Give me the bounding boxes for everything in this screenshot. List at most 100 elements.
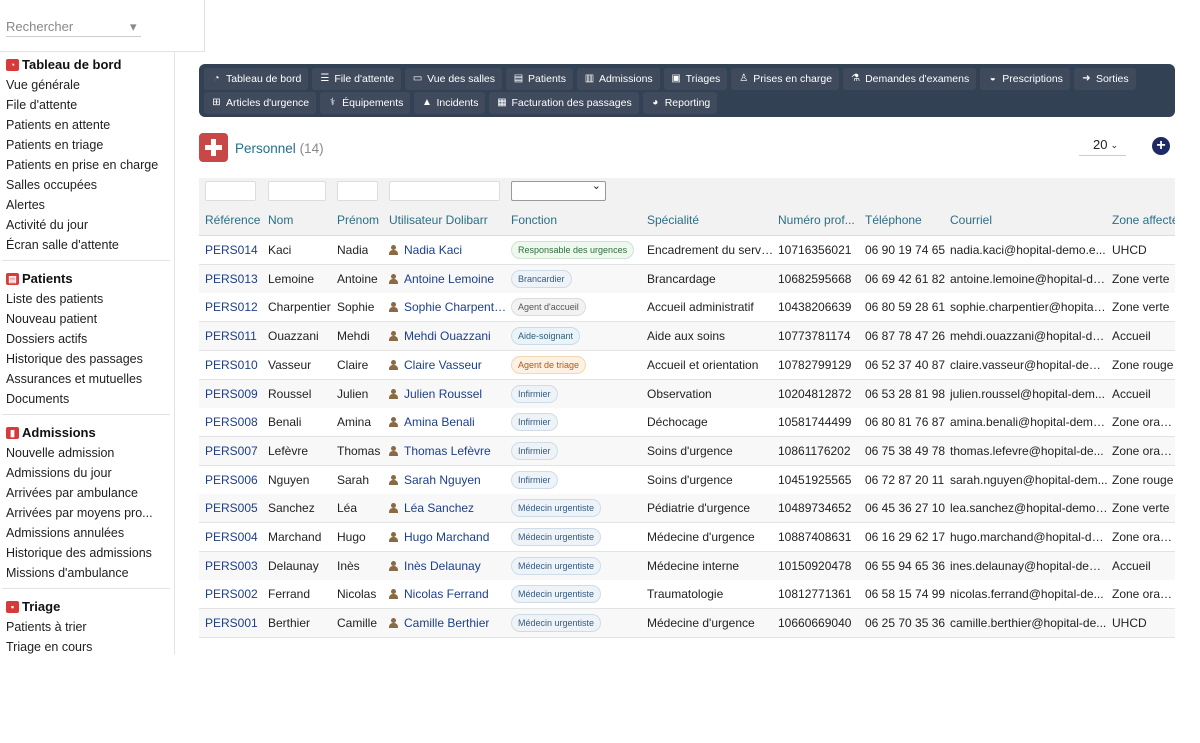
dolibarr-user-link[interactable]: Camille Berthier <box>389 616 489 630</box>
sidebar-item[interactable]: Patients en prise en charge <box>6 155 171 175</box>
dolibarr-user-link[interactable]: Léa Sanchez <box>389 501 474 515</box>
sidebar-item[interactable]: Arrivées par ambulance <box>6 483 171 503</box>
reference-link[interactable]: PERS010 <box>205 358 258 372</box>
nav-button-row1-3[interactable]: ▤ Patients <box>506 68 573 90</box>
dolibarr-user-link[interactable]: Antoine Lemoine <box>389 272 494 286</box>
reference-link[interactable]: PERS011 <box>205 329 257 343</box>
sidebar-item[interactable]: Historique des admissions <box>6 543 171 563</box>
table-row[interactable]: PERS012 Charpentier Sophie Sophie Charpenti… <box>199 293 1175 323</box>
sidebar-item[interactable]: Patients en attente <box>6 115 171 135</box>
dolibarr-user-link[interactable]: Nicolas Ferrand <box>389 587 489 601</box>
sidebar-item[interactable]: Salles occupées <box>6 175 171 195</box>
dolibarr-user-link[interactable]: Sarah Nguyen <box>389 473 481 487</box>
table-row[interactable]: PERS002 Ferrand Nicolas Nicolas Ferrand Méde… <box>199 580 1175 610</box>
column-header[interactable]: Numéro prof... <box>778 213 855 227</box>
table-row[interactable]: PERS008 Benali Amina Amina Benali Infirmier D… <box>199 408 1175 438</box>
dolibarr-user-link[interactable]: Claire Vasseur <box>389 358 482 372</box>
nav-button-row2-4[interactable]: ◕ Reporting <box>642 92 718 114</box>
filter-utilisateur-input[interactable] <box>389 181 500 201</box>
search-dropdown-icon[interactable]: ▾ <box>130 18 140 37</box>
sidebar-item[interactable]: Dossiers actifs <box>6 329 171 349</box>
table-row[interactable]: PERS001 Berthier Camille Camille Berthier Mé… <box>199 609 1175 639</box>
sidebar-item[interactable]: File d'attente <box>6 95 171 115</box>
search-input[interactable]: Rechercher <box>6 18 141 37</box>
column-header[interactable]: Courriel <box>950 213 992 227</box>
nav-button-row1-1[interactable]: ☰ File d'attente <box>312 68 402 90</box>
dolibarr-user-link[interactable]: Mehdi Ouazzani <box>389 329 491 343</box>
sidebar-section-title[interactable]: ▤ Patients <box>6 269 171 289</box>
nav-button-row2-1[interactable]: ⚕ Équipements <box>320 92 411 114</box>
sidebar-item[interactable]: Admissions du jour <box>6 463 171 483</box>
sidebar-item[interactable]: Historique des passages <box>6 349 171 369</box>
add-personnel-button[interactable]: + <box>1152 137 1170 155</box>
filter-nom-input[interactable] <box>268 181 326 201</box>
table-row[interactable]: PERS014 Kaci Nadia Nadia Kaci Responsable de… <box>199 236 1175 265</box>
reference-link[interactable]: PERS008 <box>205 415 258 429</box>
sidebar-section-title[interactable]: ▮ Admissions <box>6 423 171 443</box>
sidebar-section-title[interactable]: ◔ Tableau de bord <box>6 55 171 75</box>
sidebar-item[interactable]: Activité du jour <box>6 215 171 235</box>
table-row[interactable]: PERS003 Delaunay Inès Inès Delaunay Médecin … <box>199 551 1175 581</box>
table-row[interactable]: PERS004 Marchand Hugo Hugo Marchand Médecin … <box>199 523 1175 552</box>
nav-button-row1-6[interactable]: ♙ Prises en charge <box>731 68 840 90</box>
column-header[interactable]: Téléphone <box>865 213 922 227</box>
dolibarr-user-link[interactable]: Hugo Marchand <box>389 530 489 544</box>
column-header[interactable]: Zone affectée <box>1112 213 1175 227</box>
table-row[interactable]: PERS007 Lefèvre Thomas Thomas Lefèvre Infirm… <box>199 436 1175 466</box>
dolibarr-user-link[interactable]: Thomas Lefèvre <box>389 444 491 458</box>
dolibarr-user-link[interactable]: Amina Benali <box>389 415 475 429</box>
reference-link[interactable]: PERS013 <box>205 272 258 286</box>
table-row[interactable]: PERS011 Ouazzani Mehdi Mehdi Ouazzani Aide-s… <box>199 322 1175 352</box>
sidebar-item[interactable]: Assurances et mutuelles <box>6 369 171 389</box>
nav-button-row1-9[interactable]: ➜ Sorties <box>1073 68 1136 90</box>
nav-button-row1-8[interactable]: ◒ Prescriptions <box>980 68 1070 90</box>
dolibarr-user-link[interactable]: Sophie Charpentier <box>389 300 507 314</box>
nav-button-row2-2[interactable]: ▲ Incidents <box>414 92 486 114</box>
sidebar-item[interactable]: Patients à trier <box>6 617 171 637</box>
filter-reference-input[interactable] <box>205 181 256 201</box>
sidebar-item[interactable]: Écran salle d'attente <box>6 235 171 255</box>
nav-button-row2-3[interactable]: ▦ Facturation des passages <box>489 92 639 114</box>
nav-button-row2-0[interactable]: ⊞ Articles d'urgence <box>204 92 317 114</box>
sidebar-section-title[interactable]: ▪ Triage <box>6 597 171 617</box>
column-header[interactable]: Prénom <box>337 213 379 227</box>
reference-link[interactable]: PERS012 <box>205 300 258 314</box>
sidebar-item[interactable]: Nouveau patient <box>6 309 171 329</box>
nav-button-row1-4[interactable]: ▥ Admissions <box>576 68 660 90</box>
sidebar-item[interactable]: Admissions annulées <box>6 523 171 543</box>
sidebar-item[interactable]: Nouvelle admission <box>6 443 171 463</box>
page-size-select[interactable]: 20 ⌄ <box>1079 136 1126 156</box>
dolibarr-user-link[interactable]: Inès Delaunay <box>389 559 481 573</box>
sidebar-item[interactable]: Triage en cours <box>6 637 171 657</box>
column-header[interactable]: Spécialité <box>647 213 699 227</box>
column-header[interactable]: Fonction <box>511 213 557 227</box>
reference-link[interactable]: PERS009 <box>205 387 258 401</box>
sidebar-item[interactable]: Documents <box>6 389 171 409</box>
dolibarr-user-link[interactable]: Nadia Kaci <box>389 243 462 257</box>
filter-fonction-select[interactable] <box>511 179 606 201</box>
column-header[interactable]: Utilisateur Dolibarr <box>389 213 488 227</box>
search-box[interactable]: Rechercher ▾ <box>0 0 205 52</box>
table-row[interactable]: PERS005 Sanchez Léa Léa Sanchez Médecin urge… <box>199 494 1175 524</box>
nav-button-row1-0[interactable]: ◔ Tableau de bord <box>204 68 309 90</box>
table-row[interactable]: PERS009 Roussel Julien Julien Roussel Infirm… <box>199 379 1175 409</box>
sidebar-item[interactable]: Liste des patients <box>6 289 171 309</box>
reference-link[interactable]: PERS004 <box>205 530 258 544</box>
sidebar-item[interactable]: Missions d'ambulance <box>6 563 171 583</box>
reference-link[interactable]: PERS014 <box>205 243 258 257</box>
filter-prenom-input[interactable] <box>337 181 378 201</box>
sidebar-item[interactable]: Vue générale <box>6 75 171 95</box>
table-row[interactable]: PERS006 Nguyen Sarah Sarah Nguyen Infirmier S… <box>199 465 1175 495</box>
reference-link[interactable]: PERS001 <box>205 616 258 630</box>
reference-link[interactable]: PERS005 <box>205 501 258 515</box>
nav-button-row1-7[interactable]: ⚗ Demandes d'examens <box>843 68 977 90</box>
column-header[interactable]: Référence <box>205 213 260 227</box>
nav-button-row1-5[interactable]: ▣ Triages <box>663 68 728 90</box>
nav-button-row1-2[interactable]: ▭ Vue des salles <box>405 68 503 90</box>
table-row[interactable]: PERS013 Lemoine Antoine Antoine Lemoine Bran… <box>199 264 1175 294</box>
reference-link[interactable]: PERS006 <box>205 473 258 487</box>
reference-link[interactable]: PERS003 <box>205 559 258 573</box>
sidebar-item[interactable]: Arrivées par moyens pro... <box>6 503 171 523</box>
reference-link[interactable]: PERS007 <box>205 444 258 458</box>
table-row[interactable]: PERS010 Vasseur Claire Claire Vasseur Agent … <box>199 350 1175 380</box>
